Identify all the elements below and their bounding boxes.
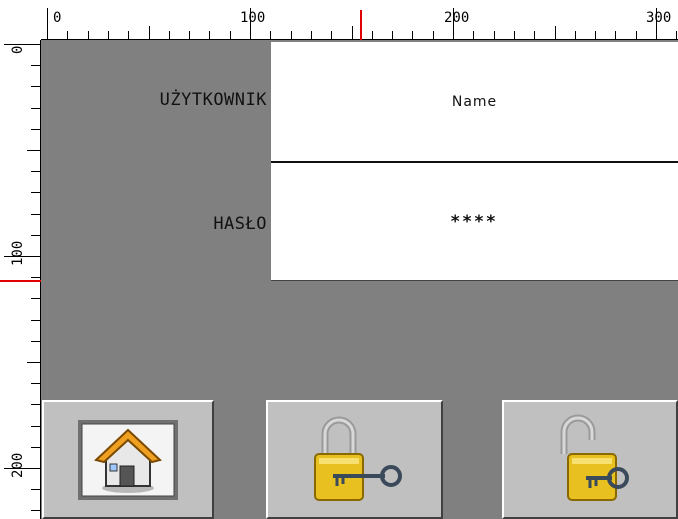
horizontal-ruler-label-200: 200 — [444, 10, 469, 26]
horizontal-ruler-label-300: 300 — [646, 10, 671, 26]
vertical-ruler-label-200: 200 — [10, 453, 26, 478]
design-canvas[interactable]: UŻYTKOWNIK Name HASŁO **** — [41, 40, 678, 519]
vertical-ruler-ticks — [4, 44, 41, 511]
password-field[interactable]: **** — [271, 163, 678, 281]
padlock-closed-key-icon — [313, 416, 402, 501]
vertical-ruler: 0 100 200 — [0, 40, 41, 519]
logout-button[interactable] — [502, 400, 678, 519]
username-field[interactable]: Name — [271, 42, 678, 163]
home-button[interactable] — [42, 400, 214, 519]
login-button[interactable] — [266, 400, 443, 519]
password-value: **** — [450, 211, 499, 232]
horizontal-ruler-label-0: 0 — [53, 10, 61, 26]
padlock-open-key-icon — [560, 414, 629, 501]
username-value: Name — [451, 93, 498, 110]
vertical-ruler-label-0: 0 — [10, 46, 26, 54]
vertical-ruler-label-100: 100 — [10, 241, 26, 266]
password-label: HASŁO — [213, 214, 267, 234]
horizontal-ruler: 0 100 200 300 — [41, 0, 678, 40]
ruler-corner — [0, 0, 41, 40]
hmi-editor: 0 100 200 300 0 100 200 UŻYTKOWNIK Name … — [0, 0, 678, 519]
horizontal-ruler-label-100: 100 — [240, 10, 265, 26]
home-icon — [78, 419, 178, 500]
username-label: UŻYTKOWNIK — [159, 90, 267, 110]
